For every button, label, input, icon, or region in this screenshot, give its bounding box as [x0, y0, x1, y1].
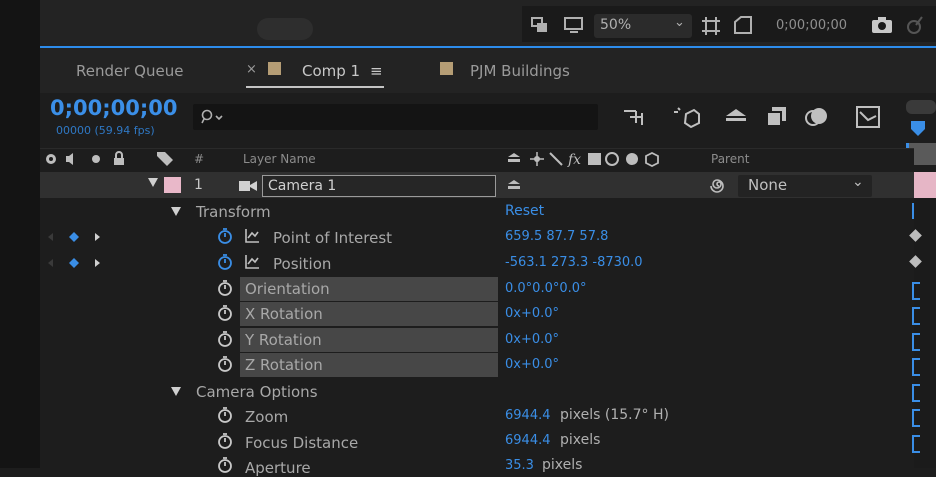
draft-3d-icon[interactable] — [672, 104, 700, 130]
chevron-down-icon: ⌄ — [674, 15, 685, 30]
stopwatch-icon[interactable] — [216, 456, 234, 474]
transform-reset-link[interactable]: Reset — [505, 203, 544, 219]
tab-close-icon[interactable]: × — [246, 62, 257, 77]
zoom-select[interactable]: 50% ⌄ — [594, 14, 692, 38]
transparency-grid-icon[interactable] — [732, 14, 754, 36]
stopwatch-icon[interactable] — [216, 355, 234, 373]
layer-duration-bar[interactable] — [914, 172, 936, 198]
property-value[interactable]: 0x+0.0° — [505, 306, 559, 321]
property-name: Point of Interest — [273, 229, 393, 247]
layer-search-input[interactable] — [193, 104, 598, 130]
label-tag-icon — [156, 151, 174, 167]
expression-marker — [912, 282, 920, 300]
svg-text:fx: fx — [567, 152, 581, 167]
column-num: # — [194, 152, 205, 166]
property-value[interactable]: 35.3 — [505, 458, 534, 473]
layer-index: 1 — [194, 177, 203, 193]
av-switches-icon — [44, 151, 130, 167]
comp-swatch-icon — [440, 62, 453, 75]
property-value[interactable]: 0x+0.0° — [505, 332, 559, 347]
property-value[interactable]: 659.5 87.7 57.8 — [505, 229, 608, 244]
region-of-interest-icon[interactable] — [530, 16, 550, 36]
shy-layers-icon[interactable] — [722, 106, 750, 128]
stopwatch-icon[interactable] — [216, 406, 234, 424]
search-icon — [201, 109, 223, 124]
active-tab-indicator — [246, 86, 384, 88]
left-panel-edge — [0, 0, 40, 468]
transform-expand-toggle[interactable] — [171, 207, 181, 216]
chevron-down-icon: ⌄ — [852, 174, 864, 190]
stopwatch-icon[interactable] — [216, 253, 234, 271]
show-snapshot-icon[interactable] — [904, 15, 930, 37]
work-area-bar[interactable] — [906, 100, 936, 114]
current-time-display[interactable]: 0;00;00;00 — [50, 96, 177, 120]
property-name: Z Rotation — [245, 356, 323, 374]
pick-whip-icon[interactable] — [710, 177, 728, 195]
graph-editor-icon[interactable] — [854, 104, 882, 130]
tab-pjm-buildings[interactable]: PJM Buildings — [470, 62, 570, 80]
stopwatch-icon[interactable] — [216, 432, 234, 450]
layer-switches-icon: fx — [506, 151, 686, 167]
viewer-scrollbar[interactable] — [257, 18, 313, 40]
expression-marker — [912, 435, 920, 453]
camera-options-label: Camera Options — [196, 383, 318, 401]
camera-options-expand-toggle[interactable] — [171, 387, 181, 396]
transform-label: Transform — [196, 203, 271, 221]
keyframe-navigator[interactable] — [46, 256, 104, 270]
keyframe-navigator[interactable] — [46, 230, 104, 244]
stopwatch-icon[interactable] — [216, 304, 234, 322]
property-name: Orientation — [245, 280, 330, 298]
layer-expand-toggle[interactable] — [148, 178, 158, 187]
parent-select[interactable]: None ⌄ — [738, 174, 872, 197]
tab-menu-icon[interactable]: ≡ — [370, 62, 383, 80]
expression-marker — [912, 358, 920, 376]
property-value[interactable]: 0x+0.0° — [505, 357, 559, 372]
motion-blur-icon[interactable] — [804, 105, 830, 129]
zoom-value: 50% — [600, 17, 632, 33]
comp-swatch-icon — [268, 62, 281, 75]
property-value[interactable]: 0.0°0.0°0.0° — [505, 281, 587, 296]
camera-icon — [238, 179, 258, 193]
tab-render-queue[interactable]: Render Queue — [76, 62, 183, 80]
property-name: X Rotation — [245, 305, 323, 323]
property-value[interactable]: -563.1 273.3 -8730.0 — [505, 255, 643, 270]
stopwatch-icon[interactable] — [216, 330, 234, 348]
property-name: Aperture — [245, 459, 311, 477]
monitor-icon[interactable] — [563, 16, 585, 36]
frame-blending-icon[interactable] — [764, 105, 790, 129]
layer-name-field[interactable]: Camera 1 — [262, 175, 496, 197]
column-parent[interactable]: Parent — [711, 152, 749, 166]
graph-icon[interactable] — [244, 228, 260, 244]
parent-value: None — [748, 176, 788, 194]
expression-marker — [912, 384, 920, 402]
playhead-marker-icon[interactable] — [910, 120, 926, 142]
property-unit: pixels (15.7° H) — [560, 407, 669, 423]
stopwatch-icon[interactable] — [216, 279, 234, 297]
viewer-timecode[interactable]: 0;00;00;00 — [776, 18, 847, 33]
property-unit: pixels — [560, 432, 601, 448]
layer-label-color[interactable] — [164, 177, 181, 193]
property-name: Y Rotation — [245, 331, 322, 349]
stopwatch-icon[interactable] — [216, 227, 234, 245]
shy-switch-icon[interactable] — [506, 178, 522, 194]
expression-marker — [912, 409, 920, 427]
snapshot-camera-icon[interactable] — [870, 15, 894, 35]
property-name: Position — [273, 255, 332, 273]
tab-comp-1[interactable]: Comp 1 — [302, 62, 360, 80]
property-value[interactable]: 6944.4 — [505, 433, 551, 448]
property-name: Zoom — [245, 408, 289, 426]
expression-marker — [912, 307, 920, 325]
column-layer-name[interactable]: Layer Name — [243, 152, 316, 166]
property-unit: pixels — [542, 457, 583, 473]
graph-icon[interactable] — [244, 254, 260, 270]
property-name: Focus Distance — [245, 434, 359, 452]
layer-name: Camera 1 — [268, 178, 337, 194]
frame-count: 00000 (59.94 fps) — [56, 124, 155, 137]
expression-marker — [912, 203, 914, 219]
fit-frame-icon[interactable] — [700, 15, 722, 37]
property-value[interactable]: 6944.4 — [505, 408, 551, 423]
composition-mini-flowchart-icon[interactable] — [622, 107, 650, 129]
expression-marker — [912, 333, 920, 351]
